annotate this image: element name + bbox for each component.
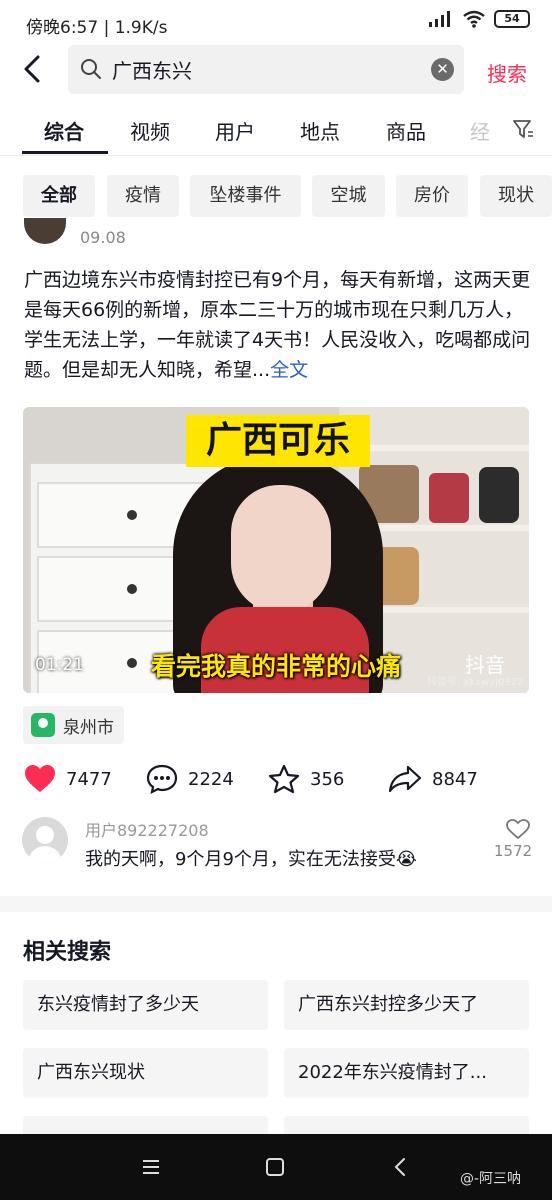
related-searches-title: 相关搜索	[23, 940, 112, 965]
favorite-count: 356	[310, 768, 345, 790]
status-bar: 傍晚6:57 | 1.9K/s 54	[0, 0, 552, 46]
related-search-item[interactable]: 广西东兴封控多少天了	[284, 980, 529, 1030]
wifi-icon	[463, 10, 485, 28]
chip-status[interactable]: 现状	[480, 175, 552, 217]
clear-icon[interactable]: ✕	[431, 58, 454, 81]
related-search-item[interactable]: 2022年东兴疫情封了...	[284, 1048, 529, 1098]
share-arrow-icon	[388, 765, 422, 793]
location-pin-icon	[31, 713, 55, 737]
like-count: 7477	[66, 768, 112, 790]
search-icon	[81, 59, 101, 79]
home-icon[interactable]	[262, 1154, 288, 1180]
section-divider	[0, 896, 552, 912]
chip-fall-incident[interactable]: 坠楼事件	[190, 175, 301, 217]
tab-places[interactable]: 地点	[300, 116, 340, 145]
status-time: 傍晚6:57 | 1.9K/s	[26, 18, 168, 38]
video-duration: 01:21	[35, 655, 84, 675]
search-box[interactable]: ✕	[68, 45, 464, 94]
author-avatar[interactable]	[24, 218, 66, 244]
commenter-username[interactable]: 用户892227208	[85, 817, 209, 841]
active-tab-indicator	[22, 151, 108, 154]
comment-like-icon[interactable]	[500, 818, 536, 840]
comment-bubble-icon	[146, 764, 178, 794]
person-face	[231, 485, 331, 613]
back-icon[interactable]	[388, 1154, 414, 1180]
comment-like-count: 1572	[494, 842, 533, 860]
post-date: 09.08	[80, 228, 126, 247]
comment-button[interactable]: 2224	[146, 760, 234, 798]
back-arrow-icon[interactable]	[18, 54, 48, 84]
screen: 傍晚6:57 | 1.9K/s 54 ✕ 搜索 综合 视	[0, 0, 552, 1200]
related-search-item[interactable]: 东兴疫情封了多少天	[23, 980, 268, 1030]
weibo-watermark: @-阿三呐	[460, 1171, 522, 1187]
tab-experience[interactable]: 经	[470, 116, 490, 145]
search-input[interactable]	[112, 53, 412, 85]
filter-icon[interactable]	[512, 118, 534, 140]
video-thumbnail[interactable]: 广西可乐 看完我真的非常的心痛 01:21 抖音 抖音号: xkxwyj0922	[23, 407, 529, 693]
comment-text: 我的天啊，9个月9个月，实在无法接受😭	[85, 849, 417, 870]
expand-full-text-link[interactable]: 全文	[270, 359, 308, 381]
chip-all[interactable]: 全部	[23, 175, 95, 217]
chip-empty-city[interactable]: 空城	[312, 175, 385, 217]
douyin-id: 抖音号: xkxwyj0922	[427, 677, 524, 688]
tab-products[interactable]: 商品	[386, 116, 426, 145]
tab-users[interactable]: 用户	[215, 116, 255, 145]
share-button[interactable]: 8847	[388, 760, 478, 798]
like-button[interactable]: 7477	[24, 760, 112, 798]
location-name: 泉州市	[63, 717, 114, 738]
star-icon	[268, 764, 300, 794]
chip-epidemic[interactable]: 疫情	[107, 175, 179, 217]
tab-videos[interactable]: 视频	[130, 116, 170, 145]
video-title-banner: 广西可乐	[186, 415, 370, 467]
related-search-item[interactable]: 广西东兴现状	[23, 1048, 268, 1098]
chip-housing-price[interactable]: 房价	[396, 175, 468, 217]
heart-icon	[25, 765, 55, 792]
menu-icon[interactable]	[138, 1154, 164, 1180]
signal-icon	[429, 11, 450, 27]
location-tag[interactable]: 泉州市	[23, 706, 124, 744]
status-icons: 54	[428, 10, 530, 28]
tab-all[interactable]: 综合	[44, 116, 84, 145]
commenter-avatar[interactable]	[22, 817, 68, 863]
system-nav-bar	[0, 1134, 552, 1200]
share-count: 8847	[432, 768, 478, 790]
post-description[interactable]: 广西边境东兴市疫情封控已有9个月，每天有新增，这两天更是每天66例的新增，原本二…	[24, 265, 532, 385]
battery-indicator: 54	[494, 10, 530, 28]
comment-count: 2224	[188, 768, 234, 790]
result-tabs: 综合 视频 用户 地点 商品 经	[0, 104, 552, 156]
favorite-button[interactable]: 356	[268, 760, 344, 798]
search-button[interactable]: 搜索	[487, 58, 527, 87]
